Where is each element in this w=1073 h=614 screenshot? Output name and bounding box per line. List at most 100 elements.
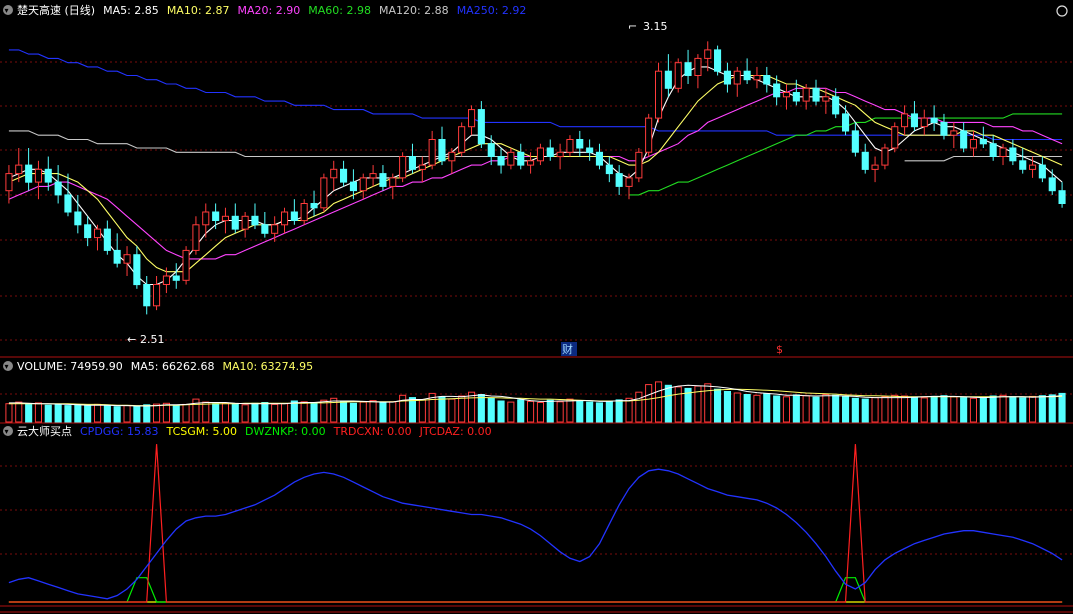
candle-body [723,70,732,85]
volume-bar [5,403,13,423]
legend-trdcxn: TRDCXN: 0.00 [333,425,412,438]
volume-bar [704,383,712,423]
candle-body [595,151,604,166]
candle-body [694,57,702,77]
candle-body [369,173,377,179]
volume-bar [418,399,426,423]
volume-bar [773,395,781,423]
candle-body [1038,164,1046,179]
volume-bar [674,386,682,423]
volume-bar [133,405,141,423]
candle-body [271,224,279,234]
candle-body [143,284,151,307]
candle-body [241,215,249,230]
volume-bar [310,402,318,423]
candle-body [655,70,663,119]
legend-dwznkp: DWZNKP: 0.00 [245,425,326,438]
volume-bar [733,392,741,423]
candle-body [290,211,298,221]
candle-body [704,49,712,59]
volume-bar [300,401,308,423]
volume-bar [251,402,259,423]
volume-bar [940,395,948,423]
candle-body [54,181,62,196]
candle-body [359,177,367,192]
candle-body [477,109,485,145]
candle-body [615,173,623,187]
candle-body [576,139,584,149]
candle [645,113,653,157]
candle-body [172,275,180,281]
volume-bar [812,396,820,423]
candle-body [330,168,338,179]
high-arrow-icon: ⌐ [628,20,637,33]
candle-body [389,177,397,187]
volume-bar [969,397,978,423]
legend-ma5: MA5: 2.85 [103,4,159,17]
legend-vol_ma5: MA5: 66262.68 [131,360,215,373]
volume-bar [143,404,151,423]
volume-bar [84,405,92,423]
legend-ma120: MA120: 2.88 [379,4,449,17]
volume-bar [842,395,850,423]
volume-bar [448,398,456,423]
candle-body [310,203,318,209]
candle [399,152,407,183]
candle-body [842,113,850,132]
event-mark-dividend[interactable]: $ [776,343,783,356]
volume-bar [15,401,23,423]
volume-bar [743,394,751,423]
volume-bar [595,402,604,423]
candle-body [1009,147,1017,162]
candle-body [5,173,13,192]
candle-body [950,130,958,136]
volume-bar [221,402,229,423]
candle-body [782,92,791,98]
indicator-menu-chevron-icon[interactable]: ▾ [5,427,9,436]
legend-cpdgg: CPDGG: 15.83 [80,425,159,438]
volume-legend: ▾ VOLUME: 74959.90 MA5: 66262.68 MA10: 632… [3,360,313,373]
volume-bar [487,397,495,423]
volume-bar [231,403,239,423]
candle-body [920,117,928,128]
event-mark-finance[interactable]: 财 [562,342,573,356]
candle [182,246,190,285]
volume-menu-chevron-icon[interactable]: ▾ [5,362,9,371]
candle-body [320,177,328,209]
volume-bar [546,399,554,423]
volume-bar [723,391,732,423]
volume-bar [34,402,43,423]
volume-bar [605,400,613,423]
candle [674,58,682,93]
candle-body [586,147,594,153]
candle-body [379,173,387,187]
volume-bar [635,391,643,423]
candle-body [192,224,200,251]
volume-bar [123,405,131,423]
volume-bar [438,396,446,423]
candle-body [182,249,190,281]
volume-bar [556,401,564,423]
price-legend: ▾ 楚天高速 (日线) MA5: 2.85 MA10: 2.87 MA20: 2.90… [3,3,526,17]
volume-bar [458,395,466,423]
candle-body [989,143,997,157]
candle-body [438,139,446,162]
low-arrow-icon: ← [127,333,136,346]
volume-bar [714,388,722,423]
candle-body [802,87,810,102]
volume-bar [851,397,859,423]
candle-body [44,168,52,183]
volume-bar [832,394,840,423]
volume-bar [782,396,791,423]
candle-body [871,164,879,170]
candle-body [281,211,289,226]
volume-bar [753,394,761,423]
candle-body [645,117,653,153]
candle-body [340,168,348,183]
volume-bar [930,395,938,423]
volume-bar [517,399,525,423]
volume-bar [290,400,298,423]
panel-menu-chevron-icon[interactable]: ▾ [5,6,9,15]
candle [881,143,889,170]
volume-bar [950,396,958,423]
